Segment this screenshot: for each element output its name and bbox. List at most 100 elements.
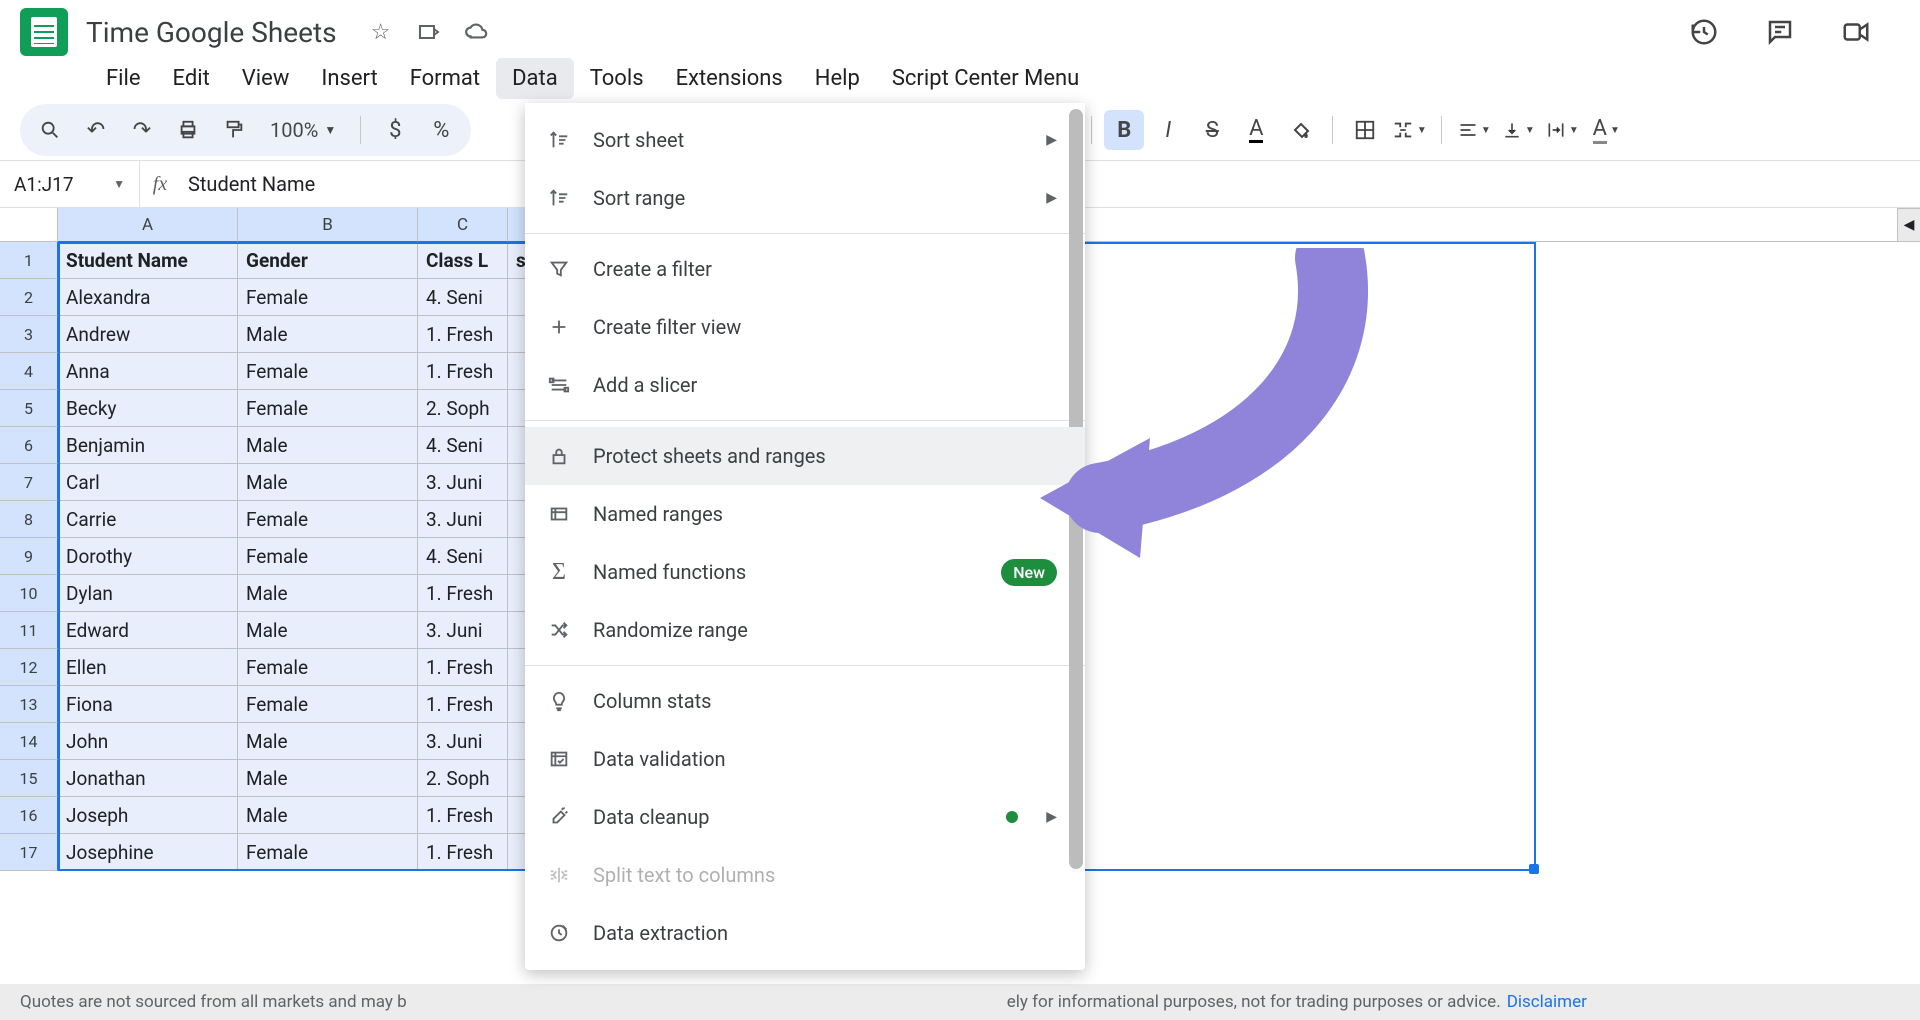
disclaimer-link[interactable]: Disclaimer <box>1507 992 1587 1012</box>
cell[interactable]: Edward <box>58 612 238 649</box>
cell[interactable]: Dorothy <box>58 538 238 575</box>
undo-icon[interactable]: ↶ <box>76 110 116 150</box>
cell[interactable]: Carrie <box>58 501 238 538</box>
cell[interactable]: 1. Fresh <box>418 834 508 871</box>
cell[interactable]: Female <box>238 501 418 538</box>
document-title[interactable]: Time Google Sheets <box>86 16 337 49</box>
cell[interactable]: Dylan <box>58 575 238 612</box>
cell[interactable]: 3. Juni <box>418 723 508 760</box>
row-header[interactable]: 15 <box>0 760 58 797</box>
cell[interactable]: Male <box>238 316 418 353</box>
cell[interactable]: Becky <box>58 390 238 427</box>
menu-insert[interactable]: Insert <box>305 58 393 99</box>
cell[interactable]: 2. Soph <box>418 760 508 797</box>
cell[interactable]: Male <box>238 464 418 501</box>
row-header[interactable]: 4 <box>0 353 58 390</box>
history-icon[interactable] <box>1688 16 1720 48</box>
menu-script-center-menu[interactable]: Script Center Menu <box>876 58 1095 99</box>
cell[interactable]: Female <box>238 353 418 390</box>
row-header[interactable]: 7 <box>0 464 58 501</box>
italic-button[interactable]: I <box>1148 110 1188 150</box>
col-header-B[interactable]: B <box>238 208 418 242</box>
cell[interactable]: 3. Juni <box>418 501 508 538</box>
paint-format-icon[interactable] <box>214 110 254 150</box>
cell[interactable]: Joseph <box>58 797 238 834</box>
row-header[interactable]: 13 <box>0 686 58 723</box>
scroll-right-tab[interactable]: ◀ <box>1897 208 1920 242</box>
cell[interactable]: Carl <box>58 464 238 501</box>
cell[interactable]: Female <box>238 834 418 871</box>
move-icon[interactable] <box>413 16 445 48</box>
select-all-corner[interactable] <box>0 208 58 242</box>
cell[interactable]: Benjamin <box>58 427 238 464</box>
cell[interactable]: 1. Fresh <box>418 649 508 686</box>
cell[interactable]: Josephine <box>58 834 238 871</box>
rotate-button[interactable]: A▼ <box>1586 110 1626 150</box>
cell[interactable]: Andrew <box>58 316 238 353</box>
star-icon[interactable]: ☆ <box>365 16 397 48</box>
cell[interactable]: 3. Juni <box>418 464 508 501</box>
menu-item-named-functions[interactable]: ΣNamed functionsNew <box>525 543 1085 601</box>
menu-file[interactable]: File <box>90 58 157 99</box>
wrap-button[interactable]: ▼ <box>1542 110 1582 150</box>
cell[interactable]: Anna <box>58 353 238 390</box>
menu-format[interactable]: Format <box>394 58 496 99</box>
cell[interactable]: Female <box>238 279 418 316</box>
cell[interactable]: Jonathan <box>58 760 238 797</box>
cell[interactable]: Class L <box>418 242 508 279</box>
row-header[interactable]: 2 <box>0 279 58 316</box>
strikethrough-button[interactable]: S <box>1192 110 1232 150</box>
cell[interactable]: 1. Fresh <box>418 575 508 612</box>
cell[interactable]: Male <box>238 427 418 464</box>
menu-item-column-stats[interactable]: Column stats <box>525 672 1085 730</box>
cell[interactable]: Female <box>238 390 418 427</box>
cell[interactable]: Alexandra <box>58 279 238 316</box>
menu-item-randomize-range[interactable]: Randomize range <box>525 601 1085 659</box>
menu-edit[interactable]: Edit <box>157 58 226 99</box>
menu-item-data-extraction[interactable]: Data extraction <box>525 904 1085 962</box>
cell[interactable]: Gender <box>238 242 418 279</box>
row-header[interactable]: 5 <box>0 390 58 427</box>
row-header[interactable]: 14 <box>0 723 58 760</box>
menu-item-data-validation[interactable]: Data validation <box>525 730 1085 788</box>
meet-icon[interactable] <box>1840 16 1872 48</box>
row-header[interactable]: 8 <box>0 501 58 538</box>
menu-view[interactable]: View <box>226 58 306 99</box>
search-icon[interactable] <box>30 110 70 150</box>
row-header[interactable]: 11 <box>0 612 58 649</box>
cell[interactable]: Male <box>238 575 418 612</box>
formula-input[interactable]: Student Name <box>180 172 315 196</box>
cell[interactable]: John <box>58 723 238 760</box>
row-header[interactable]: 1 <box>0 242 58 279</box>
cell[interactable]: 3. Juni <box>418 612 508 649</box>
cell[interactable]: Female <box>238 649 418 686</box>
cell[interactable]: Male <box>238 612 418 649</box>
menu-extensions[interactable]: Extensions <box>660 58 799 99</box>
cell[interactable]: 1. Fresh <box>418 353 508 390</box>
cell[interactable]: 1. Fresh <box>418 316 508 353</box>
cloud-status-icon[interactable] <box>461 16 493 48</box>
currency-button[interactable]: $ <box>375 110 415 150</box>
fill-color-button[interactable] <box>1280 110 1320 150</box>
menu-item-add-a-slicer[interactable]: Add a slicer <box>525 356 1085 414</box>
row-header[interactable]: 10 <box>0 575 58 612</box>
menu-item-protect-sheets-and-ranges[interactable]: Protect sheets and ranges <box>525 427 1085 485</box>
text-color-button[interactable]: A <box>1236 110 1276 150</box>
menu-item-named-ranges[interactable]: Named ranges <box>525 485 1085 543</box>
cell[interactable]: Male <box>238 723 418 760</box>
redo-icon[interactable]: ↷ <box>122 110 162 150</box>
zoom-select[interactable]: 100% ▼ <box>260 118 346 142</box>
row-header[interactable]: 12 <box>0 649 58 686</box>
bold-button[interactable]: B <box>1104 110 1144 150</box>
cell[interactable]: Student Name <box>58 242 238 279</box>
comments-icon[interactable] <box>1764 16 1796 48</box>
borders-button[interactable] <box>1345 110 1385 150</box>
menu-item-sort-sheet[interactable]: Sort sheet▶ <box>525 111 1085 169</box>
name-box[interactable]: A1:J17▼ <box>0 161 140 207</box>
menu-item-create-a-filter[interactable]: Create a filter <box>525 240 1085 298</box>
cell[interactable]: 4. Seni <box>418 427 508 464</box>
cell[interactable]: Male <box>238 797 418 834</box>
cell[interactable]: Female <box>238 538 418 575</box>
menu-data[interactable]: Data <box>496 58 574 99</box>
menu-item-data-cleanup[interactable]: Data cleanup▶ <box>525 788 1085 846</box>
